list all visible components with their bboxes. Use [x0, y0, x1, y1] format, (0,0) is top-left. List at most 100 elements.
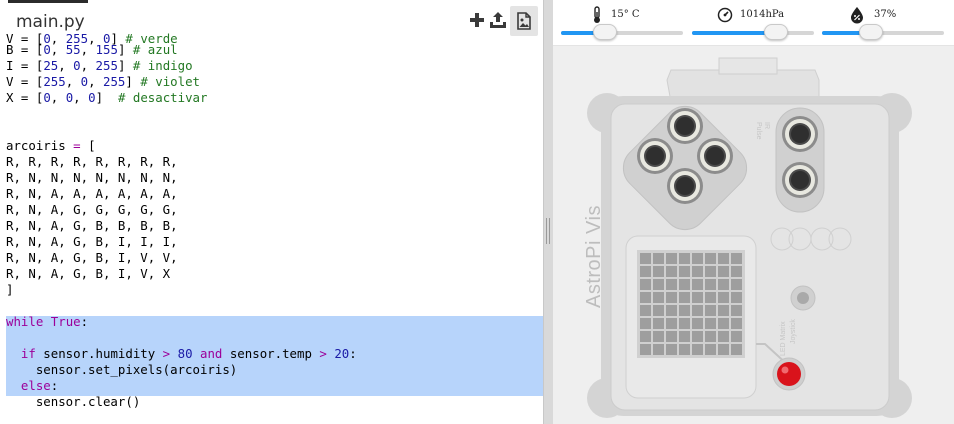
humidity-slider[interactable]	[822, 24, 944, 40]
code-token: 155	[95, 42, 118, 57]
code-area[interactable]: V = [0, 255, 0] # verde B = [0, 55, 155]…	[0, 31, 543, 424]
code-token: :	[349, 346, 357, 361]
led-pixel	[666, 331, 677, 342]
led-pixel	[640, 266, 651, 277]
code-token: :	[80, 314, 89, 329]
code-token: 0	[80, 74, 89, 89]
code-line: ]	[6, 282, 13, 298]
led-pixel	[640, 305, 651, 316]
code-token: R, N, A, G, B, I, V, X	[6, 266, 171, 281]
svg-text:IR: IR	[763, 122, 770, 129]
code-token: 20	[334, 346, 350, 361]
code-token: True	[50, 314, 81, 329]
code-token: 0	[43, 42, 51, 57]
led-pixel	[640, 279, 651, 290]
led-pixel	[731, 318, 742, 329]
code-token: >	[319, 346, 327, 361]
humidity-control: 37%	[822, 0, 944, 46]
led-pixel	[692, 279, 703, 290]
led-pixel	[705, 253, 716, 264]
code-token: R, N, A, G, B, I, I, I,	[6, 234, 178, 249]
code-token: and	[200, 346, 223, 361]
code-token: 255	[95, 58, 118, 73]
image-file-icon[interactable]	[510, 6, 538, 36]
code-line: sensor.set_pixels(arcoiris)	[6, 362, 237, 378]
code-line: sensor.clear()	[6, 394, 140, 410]
code-token: R, R, R, R, R, R, R, R,	[6, 154, 178, 169]
code-token: 0	[88, 90, 96, 105]
code-line: R, N, A, G, B, I, I, I,	[6, 234, 178, 250]
code-line: R, R, R, R, R, R, R, R,	[6, 154, 178, 170]
led-pixel	[666, 292, 677, 303]
code-token: ,	[50, 90, 66, 105]
code-line: if sensor.humidity > 80 and sensor.temp …	[6, 346, 357, 362]
gauge-icon	[717, 6, 733, 24]
code-token: 55	[65, 42, 81, 57]
led-pixel	[679, 292, 690, 303]
plus-icon[interactable]	[466, 9, 488, 31]
led-pixel	[731, 305, 742, 316]
led-pixel	[640, 331, 651, 342]
led-pixel	[705, 344, 716, 355]
led-pixel	[718, 344, 729, 355]
code-token: ]	[125, 74, 141, 89]
code-token: R, N, A, A, A, A, A, A,	[6, 186, 178, 201]
pressure-slider-knob[interactable]	[764, 24, 789, 40]
code-token: ,	[73, 90, 89, 105]
code-line: R, N, A, G, B, I, V, X	[6, 266, 170, 282]
code-token: =	[65, 138, 89, 153]
code-token: = [	[13, 42, 44, 57]
board-label: AstroPi Vis	[583, 205, 605, 308]
svg-text:LED Matrix: LED Matrix	[780, 321, 787, 356]
led-pixel	[692, 318, 703, 329]
code-line: R, N, A, A, A, A, A, A,	[6, 186, 178, 202]
humidity-slider-knob[interactable]	[858, 24, 883, 40]
pressure-slider[interactable]	[692, 24, 814, 40]
humidity-value: 37%	[874, 9, 897, 20]
upload-icon[interactable]	[487, 9, 509, 31]
code-token: 0	[73, 58, 81, 73]
led-pixel	[679, 279, 690, 290]
code-line: R, N, N, N, N, N, N, N,	[6, 170, 178, 186]
sensor-port-icon	[697, 138, 733, 174]
code-token: 25	[43, 58, 59, 73]
code-token: ,	[80, 58, 96, 73]
code-token: sensor.set_pixels(arcoiris)	[6, 362, 238, 377]
led-pixel	[666, 344, 677, 355]
code-token: ]	[95, 90, 118, 105]
code-token: R, N, N, N, N, N, N, N,	[6, 170, 178, 185]
led-pixel	[653, 344, 664, 355]
code-token: ]	[117, 58, 133, 73]
code-token: sensor.clear()	[6, 394, 141, 409]
splitter-grip-icon[interactable]	[546, 218, 552, 244]
thermometer-icon	[589, 6, 605, 24]
code-token: ,	[65, 74, 81, 89]
temperature-slider[interactable]	[561, 24, 683, 40]
code-token: ]	[117, 42, 133, 57]
led-pixel	[679, 331, 690, 342]
code-token: while	[6, 314, 44, 329]
code-token: ,	[50, 42, 66, 57]
temperature-slider-knob[interactable]	[592, 24, 617, 40]
panel-splitter[interactable]	[543, 0, 553, 424]
led-pixel	[692, 266, 703, 277]
code-token: [	[88, 138, 96, 153]
led-pixel	[692, 344, 703, 355]
code-token: :	[50, 378, 59, 393]
led-pixel	[653, 266, 664, 277]
astro-pi-board: IR Pulse LED Matrix Joystick AstroPi Vis	[583, 56, 915, 422]
led-pixel	[653, 318, 664, 329]
code-token: 255	[43, 74, 66, 89]
code-token: 255	[103, 74, 126, 89]
temperature-value: 15° C	[611, 9, 640, 20]
code-token: ]	[6, 282, 14, 297]
code-line: R, N, A, G, G, G, G, G,	[6, 202, 178, 218]
code-token: if	[20, 346, 36, 361]
code-line: X = [0, 0, 0] # desactivar	[6, 90, 207, 106]
led-pixel	[679, 344, 690, 355]
led-pixel	[731, 292, 742, 303]
svg-text:Joystick: Joystick	[790, 319, 797, 344]
